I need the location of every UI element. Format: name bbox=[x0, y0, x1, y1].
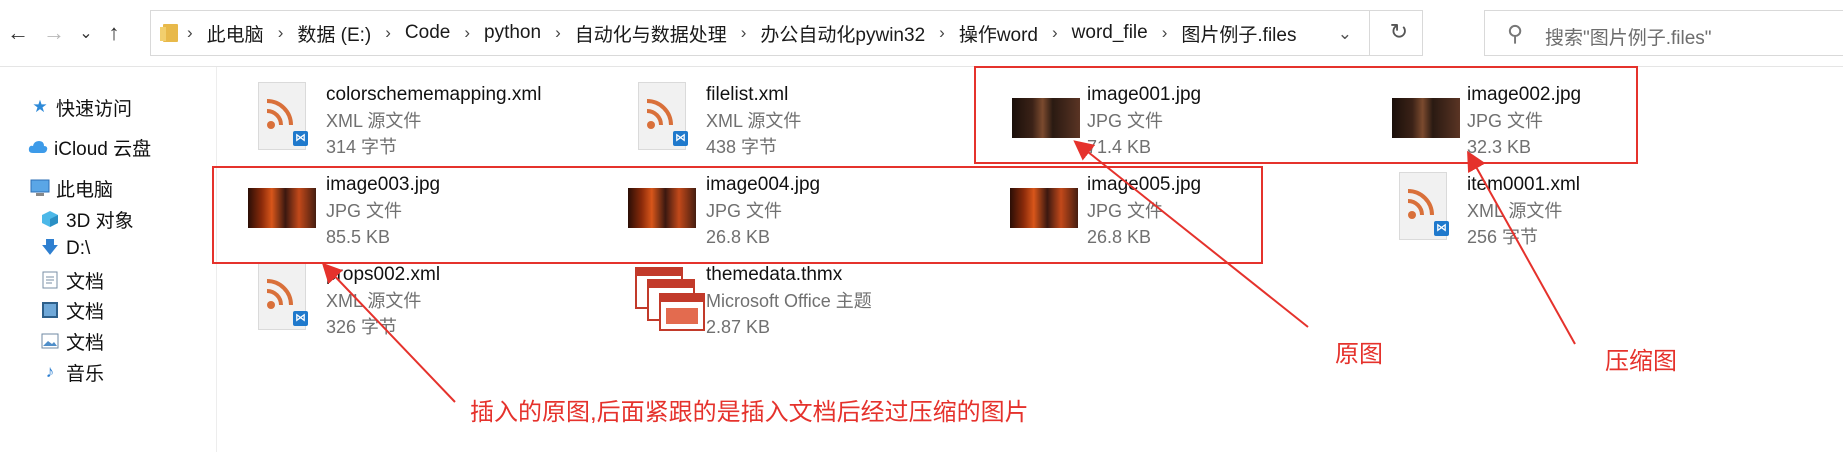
annotation-arrows bbox=[321, 140, 1576, 403]
annotation-compressed: 压缩图 bbox=[1605, 348, 1677, 375]
annotation-note: 插入的原图,后面紧跟的是插入文档后经过压缩的图片 bbox=[470, 399, 1029, 426]
annotation-original: 原图 bbox=[1335, 341, 1383, 368]
